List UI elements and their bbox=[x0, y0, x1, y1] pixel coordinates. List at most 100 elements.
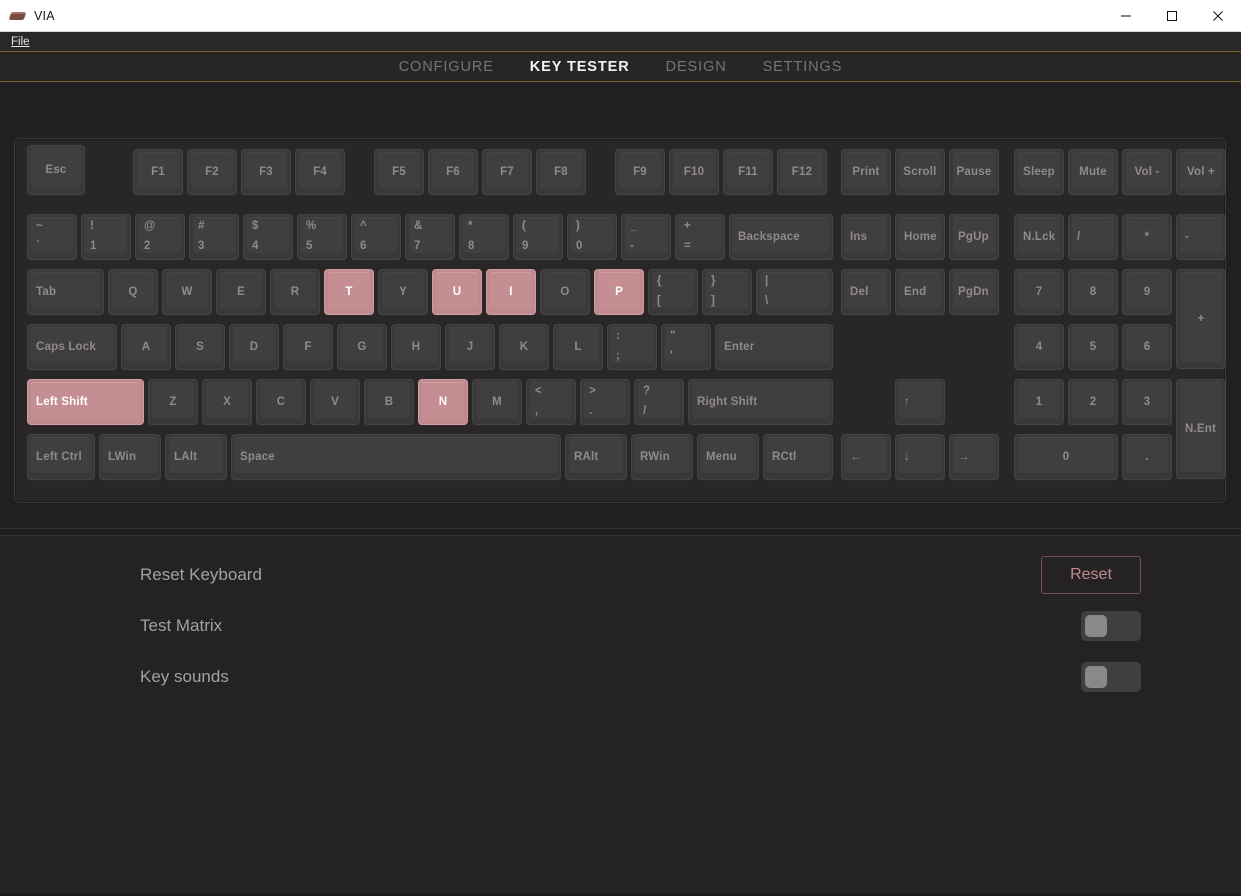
key-esc[interactable]: Esc bbox=[27, 145, 85, 195]
key-r[interactable]: R bbox=[270, 269, 320, 315]
key--[interactable]: ~ ` bbox=[27, 214, 77, 260]
key-lalt[interactable]: LAlt bbox=[165, 434, 227, 480]
key-sym[interactable]: / bbox=[1068, 214, 1118, 260]
key-enter[interactable]: Enter bbox=[715, 324, 833, 370]
key-2[interactable]: 2 bbox=[1068, 379, 1118, 425]
key--4[interactable]: $4 bbox=[243, 214, 293, 260]
key-mute[interactable]: Mute bbox=[1068, 149, 1118, 195]
key-3[interactable]: 3 bbox=[1122, 379, 1172, 425]
key-nlck[interactable]: N.Lck bbox=[1014, 214, 1064, 260]
key-sym[interactable]: ↑ bbox=[895, 379, 945, 425]
key-a[interactable]: A bbox=[121, 324, 171, 370]
key-backspace[interactable]: Backspace bbox=[729, 214, 833, 260]
key-f9[interactable]: F9 bbox=[615, 149, 665, 195]
key-0[interactable]: 0 bbox=[1014, 434, 1118, 480]
key-f7[interactable]: F7 bbox=[482, 149, 532, 195]
key-pgdn[interactable]: PgDn bbox=[949, 269, 999, 315]
key-x[interactable]: X bbox=[202, 379, 252, 425]
key--0[interactable]: ) 0 bbox=[567, 214, 617, 260]
key-f12[interactable]: F12 bbox=[777, 149, 827, 195]
key-sym[interactable]: ↓ bbox=[895, 434, 945, 480]
key--7[interactable]: & 7 bbox=[405, 214, 455, 260]
key-pause[interactable]: Pause bbox=[949, 149, 999, 195]
tab-key-tester[interactable]: KEY TESTER bbox=[530, 59, 630, 75]
key-sleep[interactable]: Sleep bbox=[1014, 149, 1064, 195]
key-tab[interactable]: Tab bbox=[27, 269, 104, 315]
key-home[interactable]: Home bbox=[895, 214, 945, 260]
key-ralt[interactable]: RAlt bbox=[565, 434, 627, 480]
key-7[interactable]: 7 bbox=[1014, 269, 1064, 315]
key--[interactable]: | \ bbox=[756, 269, 833, 315]
minimize-icon[interactable] bbox=[1103, 0, 1149, 32]
key-f2[interactable]: F2 bbox=[187, 149, 237, 195]
key-rightshift[interactable]: Right Shift bbox=[688, 379, 833, 425]
key-y[interactable]: Y bbox=[378, 269, 428, 315]
key-leftshift[interactable]: Left Shift bbox=[27, 379, 144, 425]
key--[interactable]: <, bbox=[526, 379, 576, 425]
key-m[interactable]: M bbox=[472, 379, 522, 425]
key--5[interactable]: % 5 bbox=[297, 214, 347, 260]
key--6[interactable]: ^ 6 bbox=[351, 214, 401, 260]
key-b[interactable]: B bbox=[364, 379, 414, 425]
key-n[interactable]: N bbox=[418, 379, 468, 425]
close-icon[interactable] bbox=[1195, 0, 1241, 32]
reset-button[interactable]: Reset bbox=[1041, 556, 1141, 594]
key-9[interactable]: 9 bbox=[1122, 269, 1172, 315]
key-f3[interactable]: F3 bbox=[241, 149, 291, 195]
key-print[interactable]: Print bbox=[841, 149, 891, 195]
key-rwin[interactable]: RWin bbox=[631, 434, 693, 480]
key-f6[interactable]: F6 bbox=[428, 149, 478, 195]
key-l[interactable]: L bbox=[553, 324, 603, 370]
key-ins[interactable]: Ins bbox=[841, 214, 891, 260]
key-nent[interactable]: N.Ent bbox=[1176, 379, 1226, 479]
key-z[interactable]: Z bbox=[148, 379, 198, 425]
key-sounds-toggle[interactable] bbox=[1081, 662, 1141, 692]
maximize-icon[interactable] bbox=[1149, 0, 1195, 32]
key-leftctrl[interactable]: Left Ctrl bbox=[27, 434, 95, 480]
key-sym[interactable]: ← bbox=[841, 434, 891, 480]
key---[interactable]: _ - bbox=[621, 214, 671, 260]
key-f[interactable]: F bbox=[283, 324, 333, 370]
key-menu[interactable]: Menu bbox=[697, 434, 759, 480]
key--1[interactable]: ! 1 bbox=[81, 214, 131, 260]
key-sym[interactable]: * bbox=[1122, 214, 1172, 260]
key-q[interactable]: Q bbox=[108, 269, 158, 315]
key-sym[interactable]: . bbox=[1122, 434, 1172, 480]
key--3[interactable]: #3 bbox=[189, 214, 239, 260]
key-1[interactable]: 1 bbox=[1014, 379, 1064, 425]
key--2[interactable]: @2 bbox=[135, 214, 185, 260]
key-u[interactable]: U bbox=[432, 269, 482, 315]
key-vol[interactable]: Vol + bbox=[1176, 149, 1226, 195]
key-4[interactable]: 4 bbox=[1014, 324, 1064, 370]
key-k[interactable]: K bbox=[499, 324, 549, 370]
key-i[interactable]: I bbox=[486, 269, 536, 315]
tab-design[interactable]: DESIGN bbox=[666, 59, 727, 75]
key-o[interactable]: O bbox=[540, 269, 590, 315]
key-d[interactable]: D bbox=[229, 324, 279, 370]
key-f1[interactable]: F1 bbox=[133, 149, 183, 195]
key-f10[interactable]: F10 bbox=[669, 149, 719, 195]
key--9[interactable]: (9 bbox=[513, 214, 563, 260]
key-capslock[interactable]: Caps Lock bbox=[27, 324, 117, 370]
key-t[interactable]: T bbox=[324, 269, 374, 315]
key-5[interactable]: 5 bbox=[1068, 324, 1118, 370]
key--[interactable]: - bbox=[1176, 214, 1226, 260]
test-matrix-toggle[interactable] bbox=[1081, 611, 1141, 641]
key-scroll[interactable]: Scroll bbox=[895, 149, 945, 195]
key-p[interactable]: P bbox=[594, 269, 644, 315]
key-c[interactable]: C bbox=[256, 379, 306, 425]
key-lwin[interactable]: LWin bbox=[99, 434, 161, 480]
key-j[interactable]: J bbox=[445, 324, 495, 370]
menu-item-file[interactable]: File bbox=[8, 36, 33, 48]
key-f11[interactable]: F11 bbox=[723, 149, 773, 195]
key-sym[interactable]: → bbox=[949, 434, 999, 480]
key-rctl[interactable]: RCtl bbox=[763, 434, 833, 480]
key-vol-[interactable]: Vol - bbox=[1122, 149, 1172, 195]
key-g[interactable]: G bbox=[337, 324, 387, 370]
key--[interactable]: {[ bbox=[648, 269, 698, 315]
key-sym[interactable]: + bbox=[1176, 269, 1226, 369]
tab-configure[interactable]: CONFIGURE bbox=[399, 59, 494, 75]
key-f8[interactable]: F8 bbox=[536, 149, 586, 195]
key--[interactable]: >. bbox=[580, 379, 630, 425]
key-h[interactable]: H bbox=[391, 324, 441, 370]
